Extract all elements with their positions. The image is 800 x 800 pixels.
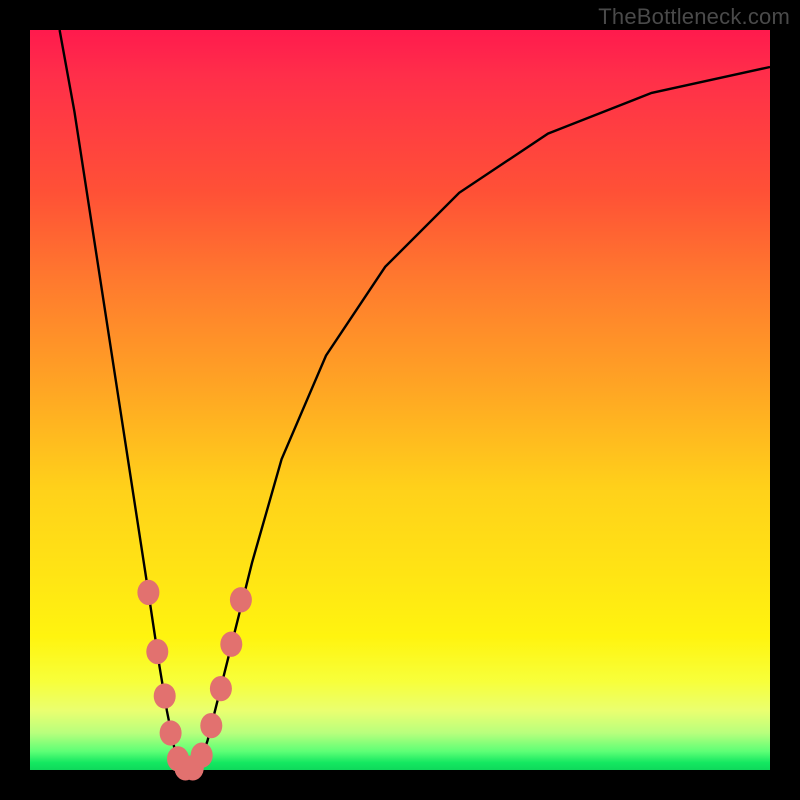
data-marker: [146, 639, 168, 664]
data-marker: [137, 580, 159, 605]
chart-frame: TheBottleneck.com: [0, 0, 800, 800]
marker-group: [137, 580, 252, 781]
data-marker: [220, 632, 242, 657]
data-marker: [154, 683, 176, 708]
data-marker: [210, 676, 232, 701]
data-marker: [160, 720, 182, 745]
data-marker: [191, 743, 213, 768]
data-marker: [200, 713, 222, 738]
plot-area: [30, 30, 770, 770]
chart-svg: [30, 30, 770, 770]
data-marker: [230, 587, 252, 612]
watermark-text: TheBottleneck.com: [598, 4, 790, 30]
